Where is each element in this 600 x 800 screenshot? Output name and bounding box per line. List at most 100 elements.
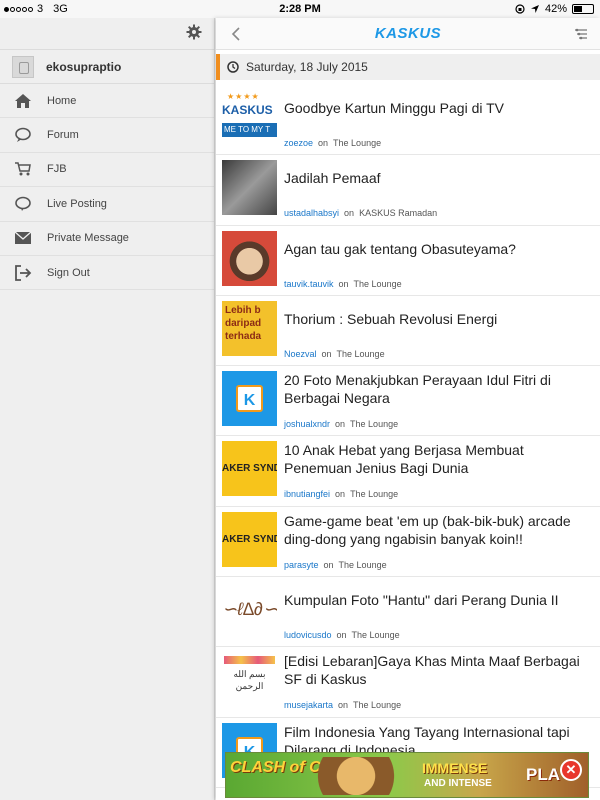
thread-meta: ustadalhabsyi on KASKUS Ramadan: [284, 208, 438, 219]
sidebar-item-label: Live Posting: [47, 197, 107, 210]
thread-title[interactable]: 10 Anak Hebat yang Berjasa Membuat Penem…: [284, 441, 592, 477]
thread-forum[interactable]: The Lounge: [350, 419, 398, 429]
thread-item[interactable]: Jadilah Pemaaf ustadalhabsyi on KASKUS Ram…: [216, 155, 600, 226]
clock-time: 2:28 PM: [279, 3, 321, 15]
ad-headline: IMMENSE: [422, 760, 488, 776]
sidebar-item-forum[interactable]: Forum: [0, 118, 214, 153]
thread-meta: tauvik.tauvik on The Lounge: [284, 278, 402, 289]
thread-item[interactable]: Agan tau gak tentang Obasuteyama? tauvik…: [216, 226, 600, 296]
sidebar-item-label: FJB: [47, 163, 67, 176]
thread-meta: joshualxndr on The Lounge: [284, 419, 399, 430]
thread-thumbnail: Lebih b daripad terhada: [222, 300, 277, 356]
thread-author[interactable]: zoezoe: [284, 138, 313, 148]
user-profile[interactable]: ekosupraptio: [0, 50, 214, 84]
sidebar-item-private-message[interactable]: Private Message: [0, 222, 214, 256]
username: ekosupraptio: [46, 59, 122, 74]
battery-icon: [572, 4, 594, 14]
thread-author[interactable]: ibnutiangfei: [284, 489, 330, 499]
thread-item[interactable]: بسم الله الرحمن [Edisi Lebaran]Gaya Khas …: [216, 647, 600, 718]
battery-percent: 42%: [544, 3, 567, 15]
thread-thumbnail: AKER SYNDI: [222, 511, 277, 567]
thread-author[interactable]: parasyte: [284, 560, 319, 570]
thread-author[interactable]: ustadalhabsyi: [284, 208, 339, 218]
ad-banner[interactable]: CLASH of CLANS IMMENSE AND INTENSE PLA ✕: [225, 752, 589, 798]
thread-title[interactable]: Thorium : Sebuah Revolusi Energi: [284, 310, 592, 328]
thread-forum[interactable]: The Lounge: [339, 560, 387, 570]
thread-item[interactable]: AKER SYNDI 10 Anak Hebat yang Berjasa Me…: [216, 436, 600, 507]
date-label: Saturday, 18 July 2015: [246, 60, 368, 74]
thread-meta: Noezval on The Lounge: [284, 348, 385, 359]
thread-thumbnail: بسم الله الرحمن: [222, 652, 277, 708]
thread-meta: zoezoe on The Lounge: [284, 138, 382, 148]
location-arrow-icon: [530, 5, 539, 13]
thread-item[interactable]: Lebih b daripad terhada Thorium : Sebuah…: [216, 296, 600, 367]
home-icon: [14, 92, 32, 110]
thread-thumbnail: AKER SYNDI: [222, 441, 277, 497]
sidebar: ekosupraptio Home Forum FJB Live Posting…: [0, 18, 215, 800]
sidebar-item-label: Sign Out: [47, 266, 90, 279]
sidebar-item-label: Home: [47, 94, 77, 107]
filter-icon[interactable]: [574, 27, 588, 41]
thread-meta: musejakarta on The Lounge: [284, 700, 402, 711]
sign-out-icon: [14, 264, 32, 282]
thread-item[interactable]: AKER SYNDI Game-game beat 'em up (bak-bi…: [216, 507, 600, 578]
status-right: 42%: [515, 3, 594, 15]
thread-forum[interactable]: The Lounge: [353, 700, 401, 710]
thread-item[interactable]: ∽ℓ∆∂∽ Kumpulan Foto "Hantu" dari Perang …: [216, 577, 600, 648]
avatar: [12, 55, 34, 78]
date-header: Saturday, 18 July 2015: [216, 54, 600, 80]
thread-item[interactable]: ★★★★ KASKUS ME TO MY T Goodbye Kartun Mi…: [216, 85, 600, 156]
main-panel: KASKUS Saturday, 18 July 2015 ★★★★ KASKU…: [216, 18, 600, 800]
thread-feed: ★★★★ KASKUS ME TO MY T Goodbye Kartun Mi…: [216, 85, 600, 788]
thread-forum[interactable]: The Lounge: [333, 138, 381, 148]
sidebar-item-live-posting[interactable]: Live Posting: [0, 187, 214, 222]
thread-author[interactable]: tauvik.tauvik: [284, 279, 334, 289]
sidebar-item-fjb[interactable]: FJB: [0, 153, 214, 188]
sidebar-item-sign-out[interactable]: Sign Out: [0, 256, 214, 291]
thread-title[interactable]: [Edisi Lebaran]Gaya Khas Minta Maaf Berb…: [284, 652, 592, 688]
thread-forum[interactable]: The Lounge: [352, 630, 400, 640]
ad-subline: AND INTENSE: [424, 778, 492, 789]
lock-rotation-icon: [515, 4, 525, 14]
thread-meta: ludovicusdo on The Lounge: [284, 630, 400, 641]
thread-thumbnail: ★★★★ KASKUS ME TO MY T: [222, 90, 277, 145]
thread-title[interactable]: Game-game beat 'em up (bak-bik-buk) arca…: [284, 512, 592, 548]
envelope-icon: [14, 229, 32, 247]
thread-meta: parasyte on The Lounge: [284, 559, 387, 570]
thread-thumbnail: [222, 160, 277, 216]
thread-forum[interactable]: The Lounge: [354, 279, 402, 289]
sidebar-item-home[interactable]: Home: [0, 84, 214, 119]
thread-title[interactable]: Jadilah Pemaaf: [284, 169, 592, 187]
status-bar: 3 3G 2:28 PM 42%: [0, 0, 600, 18]
kaskus-logo[interactable]: KASKUS: [216, 25, 600, 42]
sidebar-header: [0, 18, 214, 50]
sidebar-item-label: Forum: [47, 129, 79, 142]
thread-meta: ibnutiangfei on The Lounge: [284, 489, 399, 500]
thread-author[interactable]: musejakarta: [284, 700, 333, 710]
sidebar-item-label: Private Message: [47, 232, 129, 245]
ad-play-button[interactable]: PLA: [526, 765, 560, 785]
thread-forum[interactable]: The Lounge: [337, 349, 385, 359]
gear-icon[interactable]: [186, 24, 202, 40]
thread-author[interactable]: Noezval: [284, 349, 317, 359]
clock-icon: [227, 61, 239, 73]
ad-character-image: [316, 757, 416, 795]
thread-forum[interactable]: The Lounge: [350, 489, 398, 499]
thread-item[interactable]: K 20 Foto Menakjubkan Perayaan Idul Fitr…: [216, 366, 600, 437]
thread-title[interactable]: Kumpulan Foto "Hantu" dari Perang Dunia …: [284, 591, 592, 609]
top-navigation-bar: KASKUS: [216, 18, 600, 50]
thread-author[interactable]: ludovicusdo: [284, 630, 332, 640]
speech-bubble-icon: [14, 195, 32, 213]
thread-author[interactable]: joshualxndr: [284, 419, 330, 429]
cart-icon: [14, 160, 32, 178]
close-icon[interactable]: ✕: [560, 759, 582, 781]
thread-title[interactable]: Goodbye Kartun Minggu Pagi di TV: [284, 99, 592, 117]
thread-title[interactable]: 20 Foto Menakjubkan Perayaan Idul Fitri …: [284, 371, 592, 407]
thread-forum[interactable]: KASKUS Ramadan: [359, 208, 437, 218]
kaskus-k-icon: K: [236, 385, 263, 413]
thread-thumbnail: ∽ℓ∆∂∽: [222, 582, 277, 638]
speech-bubble-icon: [14, 126, 32, 144]
thread-title[interactable]: Agan tau gak tentang Obasuteyama?: [284, 240, 592, 258]
thread-thumbnail: K: [222, 371, 277, 427]
thread-thumbnail: [222, 230, 277, 286]
